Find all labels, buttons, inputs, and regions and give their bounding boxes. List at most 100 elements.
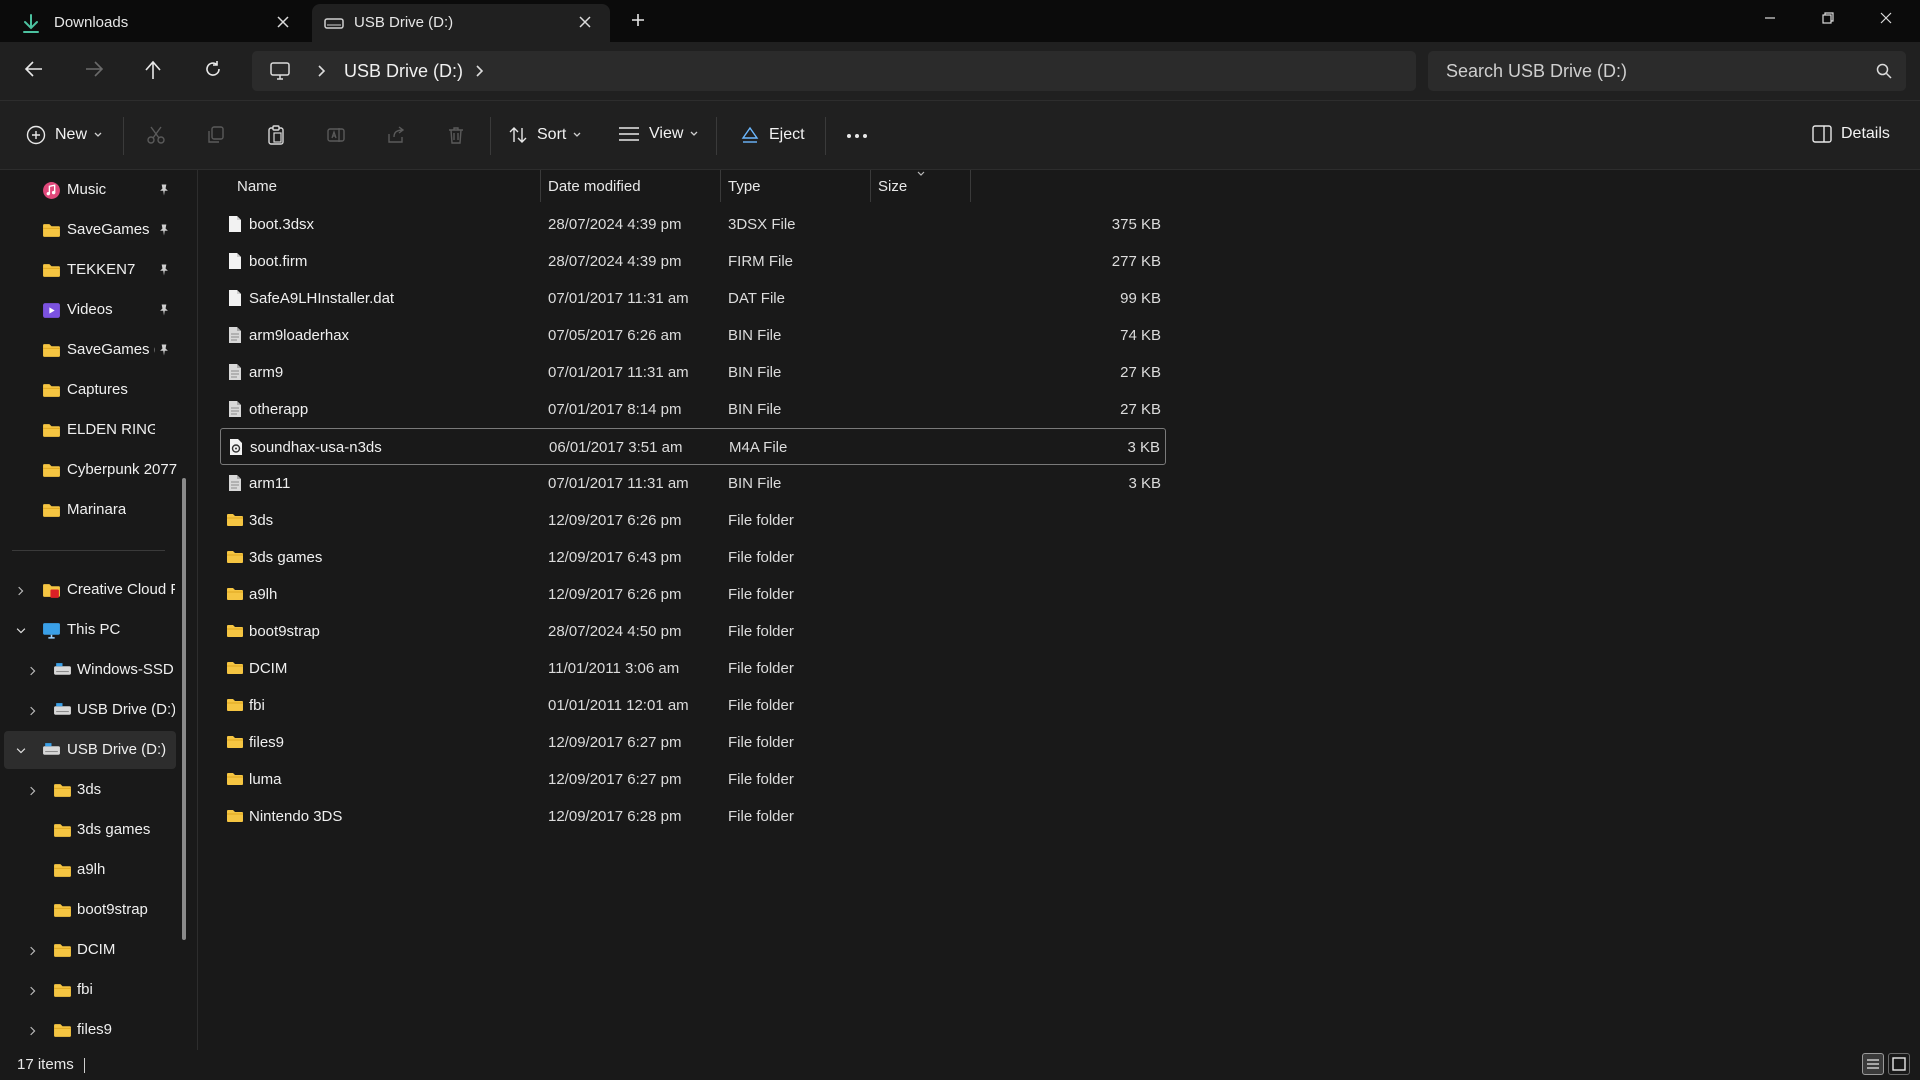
forward-button[interactable] <box>84 60 104 78</box>
file-row[interactable]: soundhax-usa-n3ds 06/01/2017 3:51 am M4A F… <box>220 428 1166 465</box>
large-icons-view-toggle[interactable] <box>1888 1053 1910 1075</box>
chevron-right-icon[interactable] <box>26 704 40 718</box>
close-icon[interactable] <box>276 15 290 29</box>
file-name: arm9loaderhax <box>249 327 350 344</box>
sidebar-item-music[interactable]: Music <box>0 171 190 209</box>
chevron-right-icon[interactable] <box>26 1024 40 1038</box>
sidebar-item-3ds[interactable]: 3ds <box>0 771 190 809</box>
breadcrumb-usb-drive[interactable]: USB Drive (D:) <box>344 61 463 82</box>
column-header-type[interactable]: Type <box>728 178 761 195</box>
delete-icon[interactable] <box>446 125 466 145</box>
chevron-right-icon[interactable] <box>26 944 40 958</box>
chevron-down-icon[interactable] <box>14 744 28 758</box>
sidebar-item-videos[interactable]: Videos <box>0 291 190 329</box>
back-button[interactable] <box>24 60 44 78</box>
chevron-right-icon[interactable] <box>26 784 40 798</box>
chevron-down-icon[interactable] <box>14 624 28 638</box>
chevron-right-icon[interactable] <box>474 64 484 78</box>
drive-icon <box>53 701 72 720</box>
chevron-right-icon[interactable] <box>26 984 40 998</box>
file-row[interactable]: otherapp 07/01/2017 8:14 pm BIN File 27 KB <box>220 391 1166 428</box>
chevron-right-icon[interactable] <box>26 664 40 678</box>
file-row[interactable]: DCIM 11/01/2011 3:06 am File folder <box>220 650 1166 687</box>
sidebar-item-elden-ring[interactable]: ELDEN RING™ <box>0 411 190 449</box>
sidebar-scrollbar[interactable] <box>182 478 186 940</box>
file-row[interactable]: Nintendo 3DS 12/09/2017 6:28 pm File folde… <box>220 798 1166 835</box>
sort-button[interactable]: Sort <box>508 125 582 145</box>
cut-icon[interactable] <box>146 125 166 145</box>
file-row[interactable]: a9lh 12/09/2017 6:26 pm File folder <box>220 576 1166 613</box>
rename-icon[interactable] <box>326 125 346 145</box>
details-view-toggle[interactable] <box>1862 1053 1884 1075</box>
sidebar-item-a9lh[interactable]: a9lh <box>0 851 190 889</box>
more-options-icon[interactable] <box>846 133 868 139</box>
file-row[interactable]: files9 12/09/2017 6:27 pm File folder <box>220 724 1166 761</box>
sidebar-item-tekken7[interactable]: TEKKEN7 <box>0 251 190 289</box>
file-row[interactable]: arm9 07/01/2017 11:31 am BIN File 27 KB <box>220 354 1166 391</box>
column-divider[interactable] <box>720 170 721 202</box>
tab-downloads[interactable]: Downloads <box>0 4 308 42</box>
sidebar-item-captures[interactable]: Captures <box>0 371 190 409</box>
folder-icon <box>42 461 61 480</box>
drive-icon <box>324 16 344 30</box>
eject-button[interactable]: Eject <box>740 125 805 145</box>
sidebar-item-dcim[interactable]: DCIM <box>0 931 190 969</box>
view-button[interactable]: View <box>618 125 699 143</box>
sidebar-item-3ds-games[interactable]: 3ds games <box>0 811 190 849</box>
minimize-button[interactable] <box>1762 10 1778 26</box>
sidebar-item-savegames[interactable]: SaveGames (: <box>0 331 190 369</box>
close-icon[interactable] <box>578 15 592 29</box>
file-row[interactable]: boot9strap 28/07/2024 4:50 pm File folder <box>220 613 1166 650</box>
new-button[interactable]: New <box>26 125 103 145</box>
sidebar-item-boot9strap[interactable]: boot9strap <box>0 891 190 929</box>
separator <box>123 117 124 155</box>
chevron-right-icon[interactable] <box>316 64 326 78</box>
new-tab-button[interactable] <box>630 12 646 28</box>
file-row[interactable]: SafeA9LHInstaller.dat 07/01/2017 11:31 am… <box>220 280 1166 317</box>
column-divider[interactable] <box>970 170 971 202</box>
share-icon[interactable] <box>386 125 406 145</box>
file-row[interactable]: fbi 01/01/2011 12:01 am File folder <box>220 687 1166 724</box>
sidebar-item-files9[interactable]: files9 <box>0 1011 190 1049</box>
sidebar-item-fbi[interactable]: fbi <box>0 971 190 1009</box>
file-row[interactable]: arm11 07/01/2017 11:31 am BIN File 3 KB <box>220 465 1166 502</box>
restore-button[interactable] <box>1820 10 1836 26</box>
sidebar-item-marinara[interactable]: Marinara <box>0 491 190 529</box>
tab-usb-drive[interactable]: USB Drive (D:) <box>312 4 610 42</box>
sidebar-item-savegames[interactable]: SaveGames <box>0 211 190 249</box>
column-header-name[interactable]: Name <box>237 178 277 195</box>
folder-icon <box>226 659 244 677</box>
pc-icon[interactable] <box>270 61 290 81</box>
file-row[interactable]: 3ds games 12/09/2017 6:43 pm File folder <box>220 539 1166 576</box>
file-row[interactable]: boot.firm 28/07/2024 4:39 pm FIRM File 277 … <box>220 243 1166 280</box>
search-input[interactable]: Search USB Drive (D:) <box>1428 51 1906 91</box>
details-label: Details <box>1841 125 1890 142</box>
column-divider[interactable] <box>870 170 871 202</box>
sidebar-item-windows-ssd[interactable]: Windows-SSD <box>0 651 190 689</box>
folder-icon <box>226 807 244 825</box>
file-row[interactable]: luma 12/09/2017 6:27 pm File folder <box>220 761 1166 798</box>
sidebar-item-usb-drive-d[interactable]: USB Drive (D:) <box>0 691 190 729</box>
file-date-modified: 07/01/2017 8:14 pm <box>548 401 682 418</box>
column-header-size[interactable]: Size <box>878 178 907 195</box>
sidebar-item-cyberpunk-2077[interactable]: Cyberpunk 2077 <box>0 451 190 489</box>
sidebar-item-this-pc[interactable]: This PC <box>0 611 190 649</box>
file-date-modified: 28/07/2024 4:39 pm <box>548 216 682 233</box>
address-bar[interactable]: USB Drive (D:) <box>252 51 1416 91</box>
copy-icon[interactable] <box>206 125 226 145</box>
paste-icon[interactable] <box>266 125 286 145</box>
file-row[interactable]: arm9loaderhax 07/05/2017 6:26 am BIN File 7… <box>220 317 1166 354</box>
music-icon <box>42 181 61 200</box>
column-header-date[interactable]: Date modified <box>548 178 641 195</box>
up-button[interactable] <box>144 60 162 80</box>
sidebar-item-creative-cloud-f[interactable]: Creative Cloud F <box>0 571 190 609</box>
search-icon[interactable] <box>1876 63 1892 79</box>
chevron-right-icon[interactable] <box>14 584 28 598</box>
sidebar-item-usb-drive-d[interactable]: USB Drive (D:) <box>4 731 176 769</box>
file-row[interactable]: 3ds 12/09/2017 6:26 pm File folder <box>220 502 1166 539</box>
column-divider[interactable] <box>540 170 541 202</box>
close-window-button[interactable] <box>1878 10 1894 26</box>
refresh-button[interactable] <box>204 60 222 78</box>
file-row[interactable]: boot.3dsx 28/07/2024 4:39 pm 3DSX File 375 … <box>220 206 1166 243</box>
details-button[interactable]: Details <box>1812 125 1890 143</box>
